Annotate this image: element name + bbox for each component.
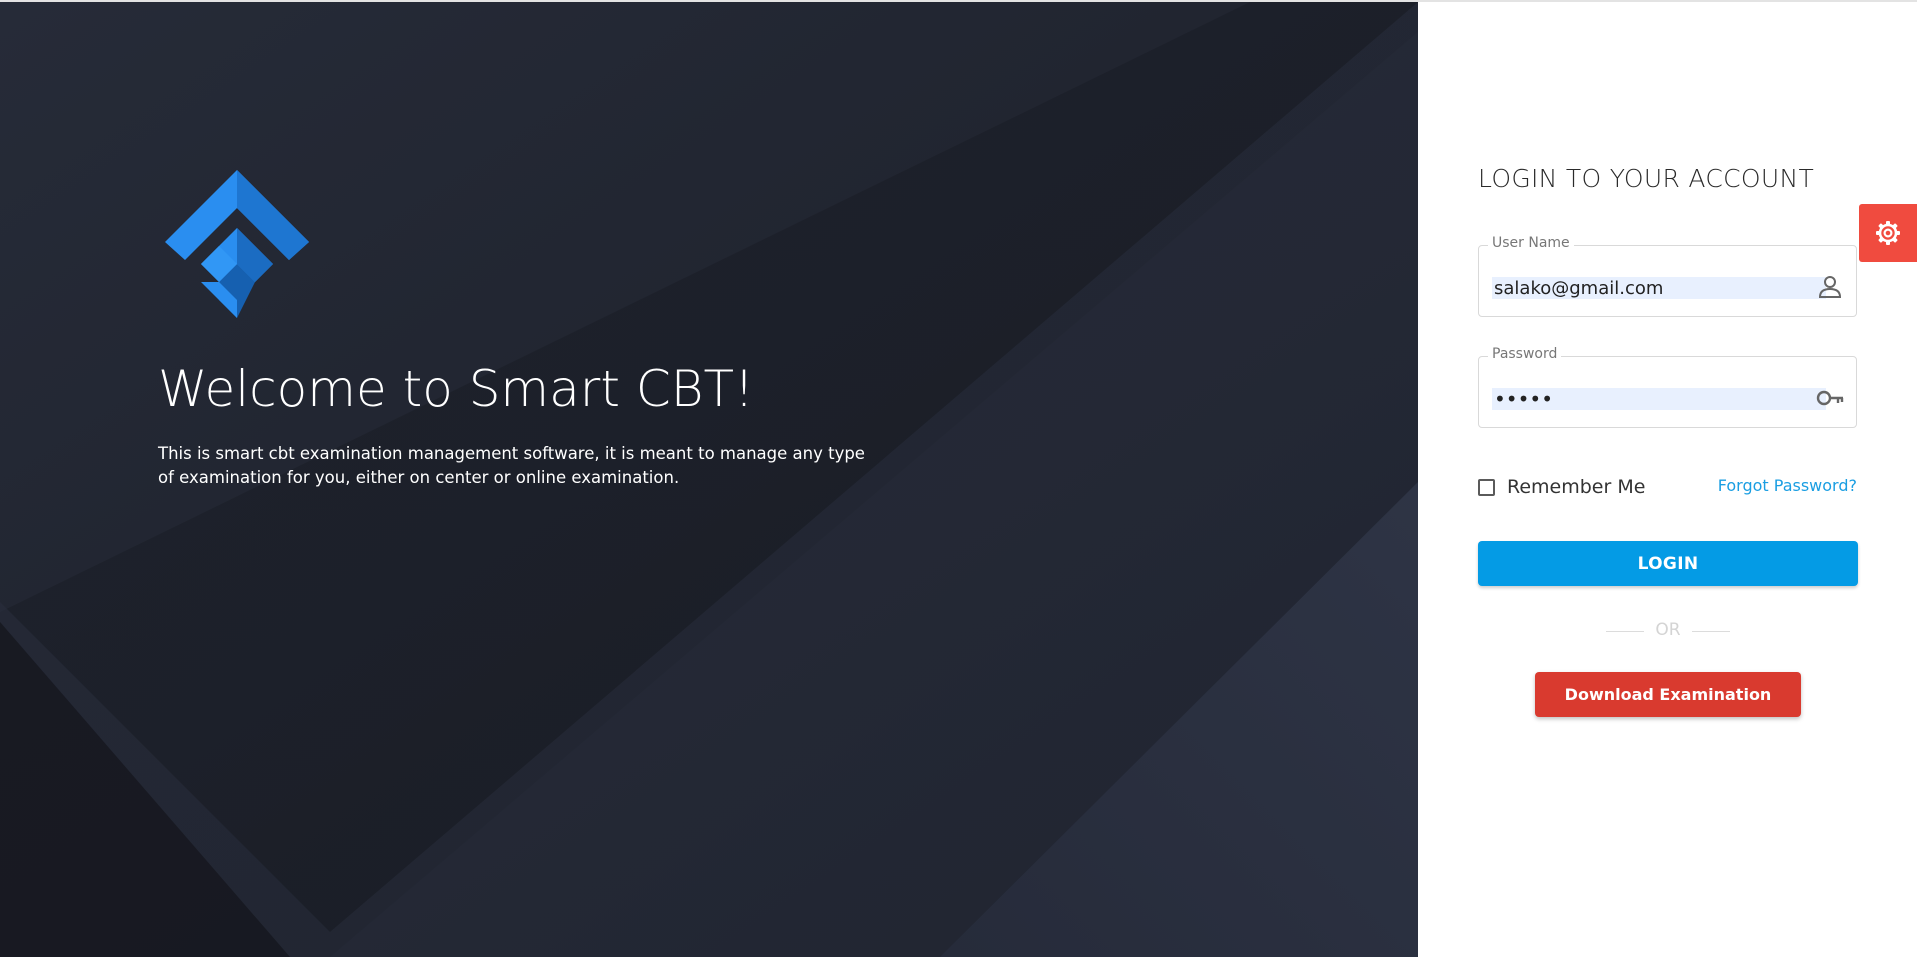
person-icon (1818, 276, 1842, 298)
or-line-left (1606, 631, 1644, 632)
or-text: OR (1655, 620, 1681, 640)
welcome-description: This is smart cbt examination management… (158, 444, 865, 487)
hero-panel: Welcome to Smart CBT! This is smart cbt … (0, 2, 1418, 957)
gear-icon (1876, 221, 1900, 245)
welcome-title: Welcome to Smart CBT! (158, 360, 755, 418)
settings-button[interactable] (1859, 204, 1917, 262)
login-button[interactable]: LOGIN (1478, 541, 1858, 586)
password-label: Password (1488, 346, 1562, 362)
username-input[interactable] (1492, 277, 1826, 299)
username-field: User Name (1478, 235, 1857, 317)
remember-me[interactable]: Remember Me (1478, 476, 1645, 498)
remember-me-checkbox[interactable] (1478, 478, 1495, 496)
username-label: User Name (1488, 235, 1574, 251)
smart-cbt-logo-icon (165, 170, 309, 318)
login-panel: LOGIN TO YOUR ACCOUNT User Name Password… (1418, 2, 1917, 957)
forgot-password-link[interactable]: Forgot Password? (1718, 476, 1857, 495)
password-field: Password (1478, 346, 1857, 428)
or-line-right (1692, 631, 1730, 632)
download-examination-button[interactable]: Download Examination (1535, 672, 1801, 717)
top-border (0, 0, 1917, 2)
key-icon (1816, 390, 1844, 406)
login-title: LOGIN TO YOUR ACCOUNT (1478, 164, 1815, 193)
remember-me-label: Remember Me (1507, 476, 1646, 498)
or-divider: OR (1606, 620, 1730, 642)
password-input[interactable] (1492, 388, 1826, 410)
